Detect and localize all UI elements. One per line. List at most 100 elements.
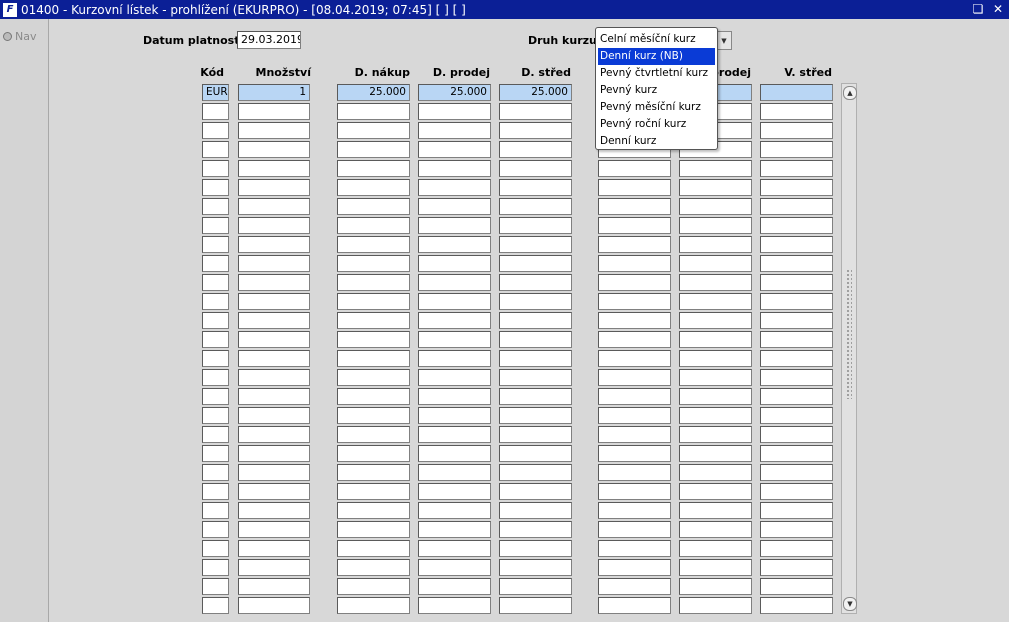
table-cell[interactable]: 25.000 <box>337 84 410 101</box>
table-cell[interactable] <box>337 122 410 139</box>
table-cell[interactable] <box>499 388 572 405</box>
table-cell[interactable] <box>760 521 833 538</box>
scrollbar-grip[interactable] <box>846 269 852 399</box>
table-cell[interactable] <box>598 388 671 405</box>
table-cell[interactable] <box>598 236 671 253</box>
table-cell[interactable] <box>679 597 752 614</box>
table-cell[interactable] <box>337 578 410 595</box>
table-cell[interactable] <box>337 445 410 462</box>
table-cell[interactable] <box>202 103 229 120</box>
table-cell[interactable] <box>238 274 310 291</box>
table-cell[interactable] <box>760 464 833 481</box>
table-cell[interactable] <box>598 179 671 196</box>
radio-icon[interactable] <box>3 32 12 41</box>
table-cell[interactable] <box>202 331 229 348</box>
table-cell[interactable] <box>337 293 410 310</box>
table-cell[interactable] <box>499 559 572 576</box>
table-cell[interactable] <box>598 597 671 614</box>
table-cell[interactable] <box>760 179 833 196</box>
table-cell[interactable] <box>760 502 833 519</box>
table-cell[interactable] <box>499 464 572 481</box>
table-cell[interactable] <box>418 103 491 120</box>
table-cell[interactable] <box>760 217 833 234</box>
druh-kurzu-dropdown[interactable]: Celní měsíční kurz Denní kurz (NB) Pevný č… <box>595 27 718 150</box>
table-cell[interactable] <box>499 312 572 329</box>
table-cell[interactable] <box>598 160 671 177</box>
table-cell[interactable] <box>499 255 572 272</box>
table-cell[interactable] <box>499 369 572 386</box>
table-cell[interactable] <box>238 293 310 310</box>
table-cell[interactable] <box>760 103 833 120</box>
table-cell[interactable]: 1 <box>238 84 310 101</box>
table-cell[interactable] <box>202 483 229 500</box>
table-cell[interactable] <box>337 540 410 557</box>
table-cell[interactable] <box>679 350 752 367</box>
table-cell[interactable] <box>598 445 671 462</box>
table-cell[interactable] <box>598 217 671 234</box>
table-cell[interactable] <box>238 388 310 405</box>
table-cell[interactable] <box>238 217 310 234</box>
table-cell[interactable] <box>679 274 752 291</box>
table-cell[interactable] <box>418 521 491 538</box>
table-cell[interactable] <box>202 217 229 234</box>
table-cell[interactable] <box>679 502 752 519</box>
table-cell[interactable] <box>598 369 671 386</box>
table-cell[interactable] <box>202 597 229 614</box>
table-cell[interactable] <box>598 483 671 500</box>
table-cell[interactable] <box>238 521 310 538</box>
table-cell[interactable] <box>202 407 229 424</box>
table-cell[interactable] <box>760 578 833 595</box>
table-cell[interactable] <box>418 255 491 272</box>
table-cell[interactable] <box>760 369 833 386</box>
table-cell[interactable] <box>760 122 833 139</box>
table-cell[interactable] <box>337 464 410 481</box>
table-cell[interactable] <box>238 103 310 120</box>
table-cell[interactable] <box>238 445 310 462</box>
table-cell[interactable] <box>418 483 491 500</box>
table-cell[interactable] <box>598 540 671 557</box>
table-cell[interactable] <box>337 597 410 614</box>
table-cell[interactable] <box>679 388 752 405</box>
table-cell[interactable] <box>499 103 572 120</box>
table-cell[interactable] <box>760 236 833 253</box>
table-cell[interactable] <box>337 198 410 215</box>
table-cell[interactable] <box>499 407 572 424</box>
table-cell[interactable] <box>337 160 410 177</box>
table-cell[interactable] <box>499 502 572 519</box>
table-cell[interactable] <box>760 160 833 177</box>
table-cell[interactable] <box>679 578 752 595</box>
table-cell[interactable] <box>202 255 229 272</box>
table-cell[interactable] <box>499 426 572 443</box>
table-cell[interactable] <box>760 407 833 424</box>
table-cell[interactable] <box>499 141 572 158</box>
table-cell[interactable] <box>679 198 752 215</box>
table-cell[interactable] <box>598 502 671 519</box>
table-cell[interactable] <box>337 236 410 253</box>
dropdown-option[interactable]: Pevný kurz <box>596 82 717 99</box>
table-cell[interactable] <box>760 445 833 462</box>
scroll-down-icon[interactable]: ▼ <box>843 597 857 611</box>
dropdown-option[interactable]: Denní kurz (NB) <box>598 48 715 65</box>
table-cell[interactable] <box>337 217 410 234</box>
table-cell[interactable] <box>202 369 229 386</box>
table-cell[interactable] <box>202 141 229 158</box>
table-scrollbar[interactable]: ▲ ▼ <box>841 83 857 614</box>
table-cell[interactable] <box>499 597 572 614</box>
table-cell[interactable] <box>202 236 229 253</box>
table-cell[interactable] <box>337 255 410 272</box>
table-cell[interactable] <box>202 122 229 139</box>
table-cell[interactable] <box>499 179 572 196</box>
table-cell[interactable] <box>760 540 833 557</box>
table-cell[interactable] <box>598 578 671 595</box>
table-cell[interactable] <box>337 103 410 120</box>
table-cell[interactable] <box>238 369 310 386</box>
table-cell[interactable] <box>760 483 833 500</box>
table-cell[interactable] <box>337 559 410 576</box>
table-cell[interactable] <box>679 559 752 576</box>
table-cell[interactable] <box>202 198 229 215</box>
table-cell[interactable] <box>598 255 671 272</box>
table-cell[interactable] <box>760 84 833 101</box>
table-cell[interactable] <box>337 521 410 538</box>
table-cell[interactable] <box>418 502 491 519</box>
table-cell[interactable] <box>337 369 410 386</box>
